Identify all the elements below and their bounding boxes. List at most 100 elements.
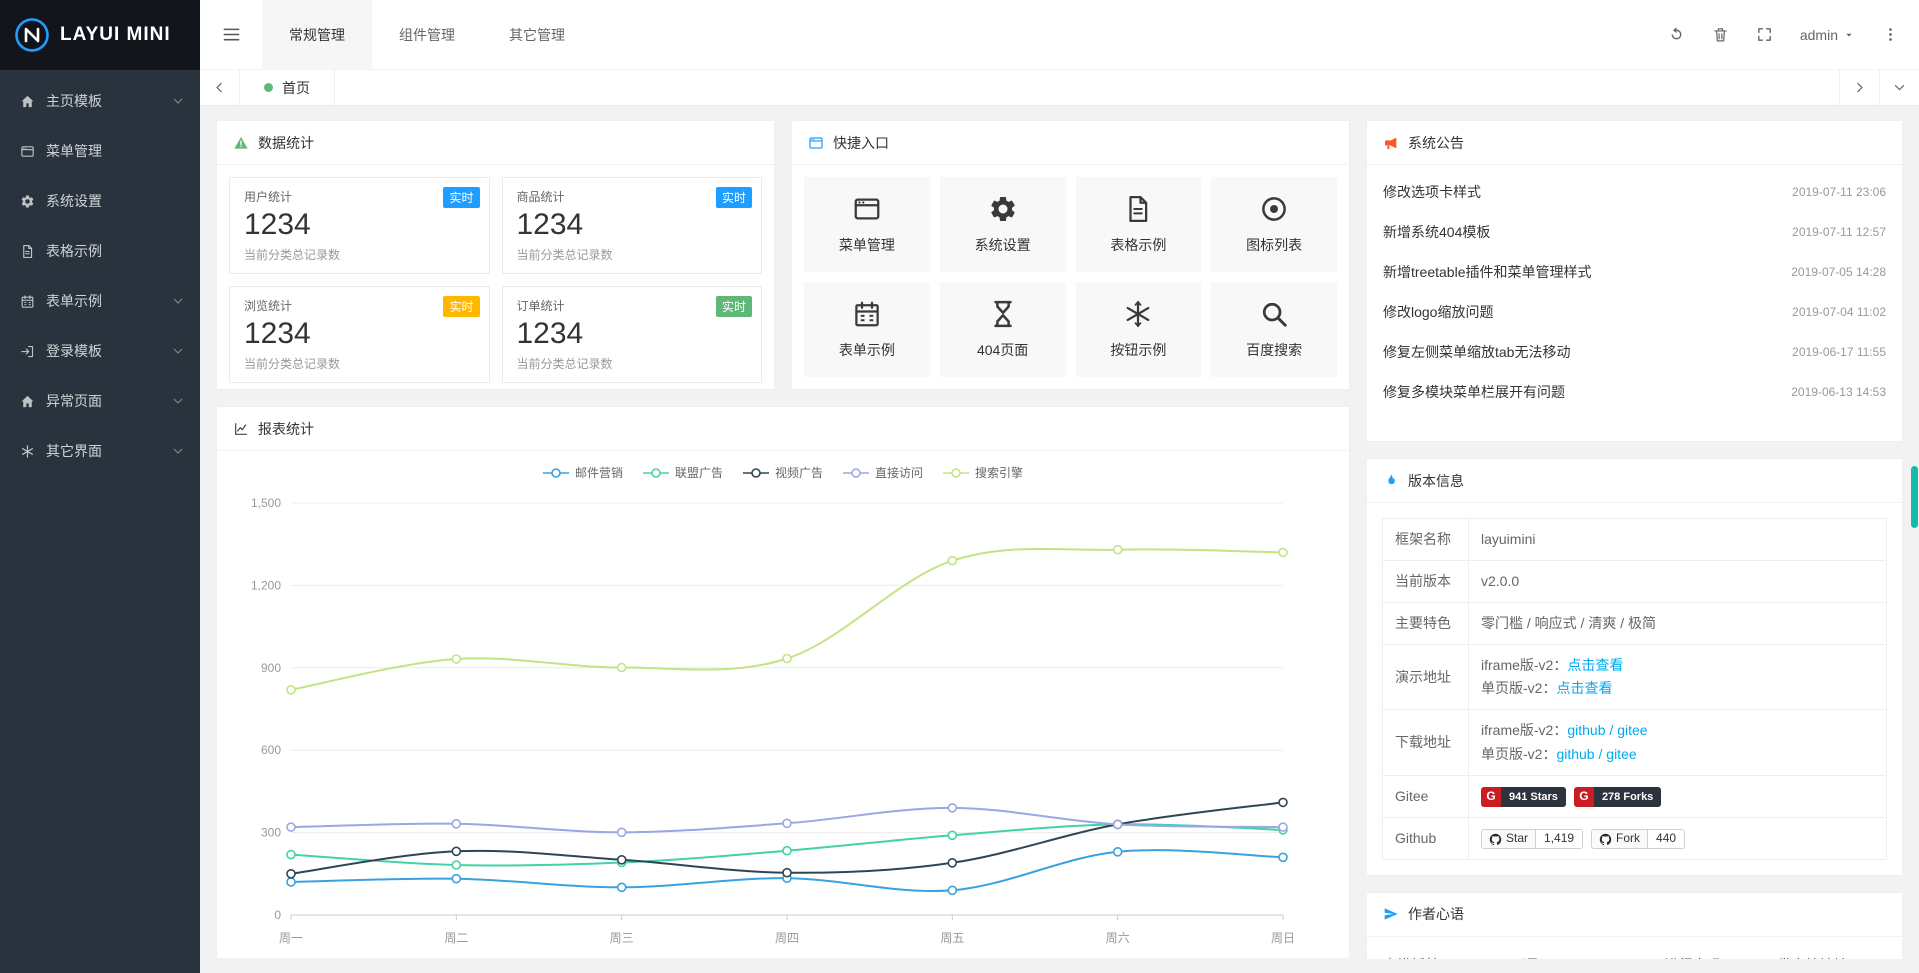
tabs-scroll-left-button[interactable] (200, 70, 240, 105)
menu-spacer (172, 245, 184, 257)
tab-home-label: 首页 (282, 78, 310, 98)
header-tab-1[interactable]: 组件管理 (372, 0, 482, 69)
sidebar-item-6[interactable]: 异常页面 (0, 376, 200, 426)
version-link[interactable]: github (1567, 722, 1605, 738)
gitee-badge-0[interactable]: G941 Stars (1481, 787, 1566, 807)
panel-title: 作者心语 (1408, 904, 1464, 924)
sidebar-item-1[interactable]: 菜单管理 (0, 126, 200, 176)
header-tab-2[interactable]: 其它管理 (482, 0, 592, 69)
legend-item-1[interactable]: 联盟广告 (643, 464, 723, 481)
announcement-item-1[interactable]: 新增系统404模板2019-07-11 12:57 (1367, 212, 1902, 252)
panel-title: 报表统计 (258, 419, 314, 439)
version-link[interactable]: gitee (1617, 722, 1647, 738)
quick-entry-5[interactable]: 404页面 (940, 282, 1066, 377)
legend-item-4[interactable]: 搜索引擎 (943, 464, 1023, 481)
version-row-4: 下载地址iframe版-v2：github / gitee单页版-v2：gith… (1383, 710, 1887, 775)
quick-entry-7[interactable]: 百度搜索 (1211, 282, 1337, 377)
chevron-down-icon (172, 295, 184, 307)
window-icon (808, 135, 824, 151)
svg-text:0: 0 (274, 908, 281, 922)
announcement-text: 修复多模块菜单栏展开有问题 (1383, 382, 1565, 402)
more-menu-button[interactable] (1882, 26, 1899, 43)
collapse-sidebar-button[interactable] (200, 0, 262, 69)
chevron-right-icon (1853, 81, 1866, 94)
fullscreen-button[interactable] (1756, 26, 1773, 43)
fire-icon (1383, 473, 1399, 489)
gitee-badge-1[interactable]: G278 Forks (1574, 787, 1661, 807)
github-badge-1[interactable]: Fork440 (1591, 829, 1685, 849)
tab-home[interactable]: 首页 (240, 70, 335, 105)
stat-title: 订单统计 (517, 297, 748, 314)
version-link[interactable]: gitee (1606, 746, 1636, 762)
line-prefix: 单页版-v2： (1481, 680, 1556, 696)
announcement-item-4[interactable]: 修复左侧菜单缩放tab无法移动2019-06-17 11:55 (1367, 332, 1902, 372)
sidebar-menu: 主页模板菜单管理系统设置表格示例表单示例登录模板异常页面其它界面 (0, 70, 200, 476)
legend-label: 搜索引擎 (975, 464, 1023, 481)
header-tab-label: 常规管理 (289, 25, 345, 45)
author-body: 本模板基于layui2.5.4以及font-awesome-4.7.0进行实现。… (1367, 937, 1902, 959)
quick-entry-0[interactable]: 菜单管理 (804, 177, 930, 272)
line-prefix: iframe版-v2： (1481, 657, 1567, 673)
version-row-1: 当前版本v2.0.0 (1383, 561, 1887, 603)
quick-entry-3[interactable]: 图标列表 (1211, 177, 1337, 272)
announcement-text: 新增系统404模板 (1383, 222, 1490, 242)
announcement-item-3[interactable]: 修改logo缩放问题2019-07-04 11:02 (1367, 292, 1902, 332)
announcement-item-2[interactable]: 新增treetable插件和菜单管理样式2019-07-05 14:28 (1367, 252, 1902, 292)
clear-cache-button[interactable] (1712, 26, 1729, 43)
announcement-item-5[interactable]: 修复多模块菜单栏展开有问题2019-06-13 14:53 (1367, 372, 1902, 412)
refresh-button[interactable] (1668, 26, 1685, 43)
stat-card-3: 订单统计1234当前分类总记录数实时 (502, 286, 763, 383)
tabbar-spacer (335, 70, 1839, 105)
tabs-menu-button[interactable] (1879, 70, 1919, 105)
stat-title: 商品统计 (517, 188, 748, 205)
tile-label: 表格示例 (1110, 235, 1166, 255)
announcement-item-0[interactable]: 修改选项卡样式2019-07-11 23:06 (1367, 172, 1902, 212)
panel-report: 报表统计 邮件营销联盟广告视频广告直接访问搜索引擎 03006009001,20… (216, 406, 1350, 959)
legend-item-2[interactable]: 视频广告 (743, 464, 823, 481)
tile-label: 系统设置 (975, 235, 1031, 255)
logo[interactable]: LAYUI MINI (0, 0, 200, 70)
version-row-3: 演示地址iframe版-v2：点击查看单页版-v2：点击查看 (1383, 645, 1887, 710)
file-icon (20, 244, 35, 259)
version-link[interactable]: 点击查看 (1556, 680, 1612, 696)
stat-title: 浏览统计 (244, 297, 475, 314)
chevron-down-icon (172, 95, 184, 107)
version-line: iframe版-v2：点击查看 (1481, 654, 1874, 677)
version-label: 当前版本 (1383, 561, 1469, 603)
sidebar-item-5[interactable]: 登录模板 (0, 326, 200, 376)
version-label: Github (1383, 817, 1469, 859)
version-line: 单页版-v2：点击查看 (1481, 677, 1874, 700)
sidebar-item-2[interactable]: 系统设置 (0, 176, 200, 226)
page-scrollbar-thumb[interactable] (1911, 466, 1918, 528)
sidebar-item-label: 系统设置 (46, 191, 172, 211)
announcement-date: 2019-07-04 11:02 (1792, 305, 1886, 319)
sidebar-item-3[interactable]: 表格示例 (0, 226, 200, 276)
legend-label: 邮件营销 (575, 464, 623, 481)
stat-desc: 当前分类总记录数 (244, 246, 475, 263)
version-row-2: 主要特色零门槛 / 响应式 / 清爽 / 极简 (1383, 603, 1887, 645)
github-badge-0[interactable]: Star1,419 (1481, 829, 1583, 849)
legend-item-0[interactable]: 邮件营销 (543, 464, 623, 481)
quick-entry-2[interactable]: 表格示例 (1076, 177, 1202, 272)
announcement-date: 2019-07-05 14:28 (1791, 265, 1886, 279)
panel-version: 版本信息 框架名称layuimini当前版本v2.0.0主要特色零门槛 / 响应… (1366, 458, 1903, 876)
version-link[interactable]: github (1556, 746, 1594, 762)
version-link[interactable]: 点击查看 (1567, 657, 1623, 673)
sidebar-item-4[interactable]: 表单示例 (0, 276, 200, 326)
username: admin (1800, 27, 1838, 43)
user-menu[interactable]: admin (1800, 27, 1855, 43)
quick-entry-6[interactable]: 按钮示例 (1076, 282, 1202, 377)
tabs-scroll-right-button[interactable] (1839, 70, 1879, 105)
legend-item-3[interactable]: 直接访问 (843, 464, 923, 481)
svg-text:周一: 周一 (279, 931, 303, 945)
chevron-down-icon (1893, 81, 1906, 94)
quick-entry-1[interactable]: 系统设置 (940, 177, 1066, 272)
announcement-text: 修复左侧菜单缩放tab无法移动 (1383, 342, 1570, 362)
header-tab-0[interactable]: 常规管理 (262, 0, 372, 69)
quick-entry-4[interactable]: 表单示例 (804, 282, 930, 377)
version-value: 零门槛 / 响应式 / 清爽 / 极简 (1481, 615, 1656, 631)
sidebar-item-0[interactable]: 主页模板 (0, 76, 200, 126)
tile-label: 表单示例 (839, 340, 895, 360)
sidebar-item-7[interactable]: 其它界面 (0, 426, 200, 476)
chevron-down-icon (172, 445, 184, 457)
